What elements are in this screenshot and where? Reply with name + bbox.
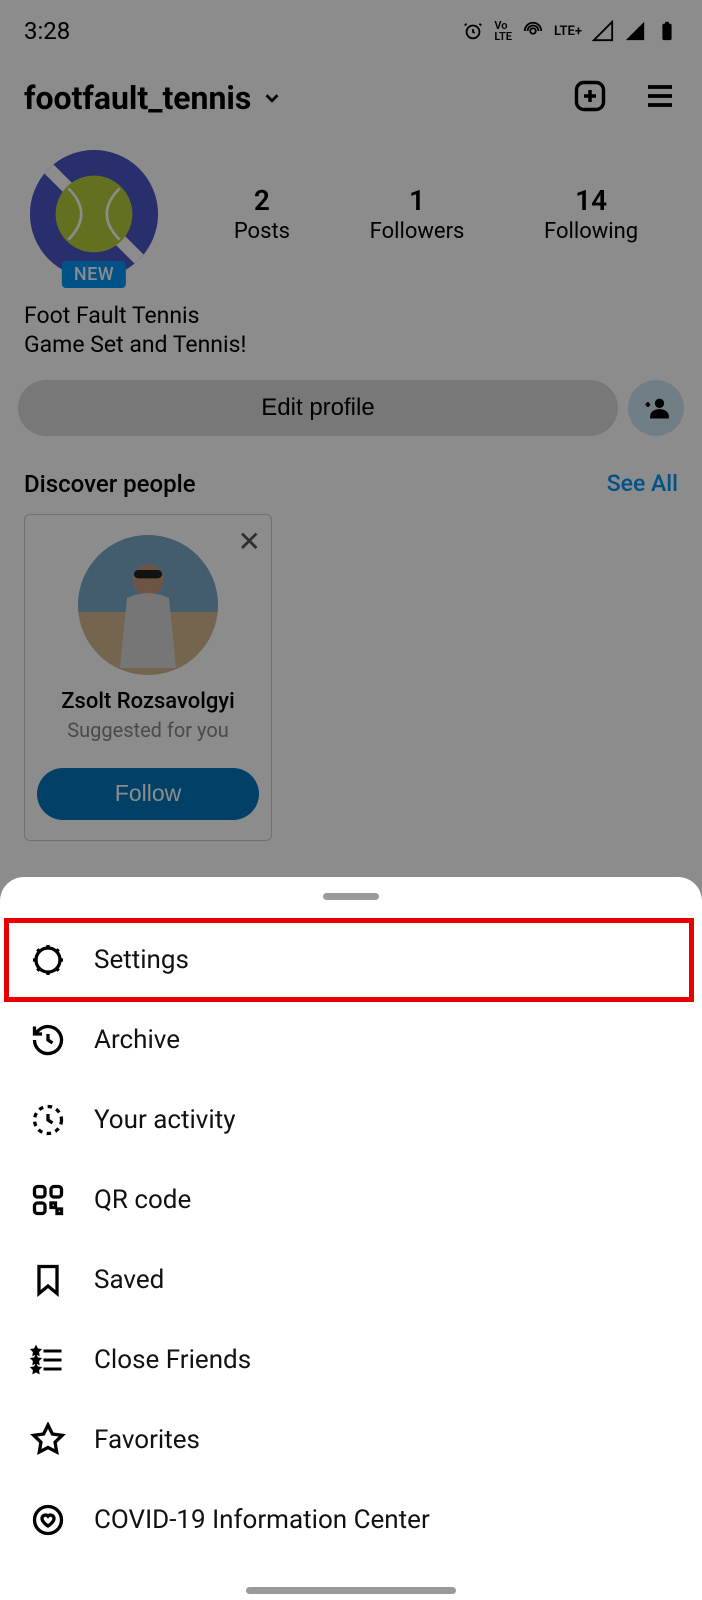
suggestion-subtitle: Suggested for you (37, 718, 259, 742)
username-text: footfault_tennis (24, 79, 251, 117)
status-time: 3:28 (24, 17, 70, 45)
menu-settings[interactable]: Settings (6, 920, 692, 1000)
volte-icon: VoLTE (494, 20, 512, 42)
close-friends-icon (30, 1342, 66, 1378)
menu-covid-label: COVID-19 Information Center (94, 1505, 430, 1535)
battery-icon (656, 20, 678, 42)
star-icon (30, 1422, 66, 1458)
home-indicator[interactable] (246, 1587, 456, 1594)
heart-circle-icon (30, 1502, 66, 1538)
menu-favorites[interactable]: Favorites (0, 1400, 702, 1480)
menu-qr-label: QR code (94, 1185, 191, 1215)
profile-stats-row: NEW 2 Posts 1 Followers 14 Following (0, 136, 702, 286)
avatar-container[interactable]: NEW (24, 150, 164, 278)
profile-bio: Foot Fault Tennis Game Set and Tennis! (0, 286, 702, 368)
profile-header: footfault_tennis (0, 62, 702, 136)
drag-handle[interactable] (323, 893, 379, 900)
discover-label: Discover people (24, 470, 196, 498)
following-count: 14 (544, 184, 638, 217)
menu-close-friends-label: Close Friends (94, 1345, 251, 1375)
menu-archive-label: Archive (94, 1025, 180, 1055)
archive-icon (30, 1022, 66, 1058)
edit-profile-button[interactable]: Edit profile (18, 380, 618, 436)
menu-saved[interactable]: Saved (0, 1240, 702, 1320)
menu-close-friends[interactable]: Close Friends (0, 1320, 702, 1400)
menu-qr[interactable]: QR code (0, 1160, 702, 1240)
hotspot-icon (522, 20, 544, 42)
following-stat[interactable]: 14 Following (544, 184, 638, 244)
menu-settings-label: Settings (94, 945, 189, 975)
status-icons: VoLTE LTE+ (462, 20, 678, 42)
posts-label: Posts (234, 219, 290, 244)
menu-favorites-label: Favorites (94, 1425, 200, 1455)
followers-label: Followers (370, 219, 465, 244)
signal-icon-1 (592, 20, 614, 42)
posts-stat[interactable]: 2 Posts (234, 184, 290, 244)
followers-count: 1 (370, 184, 465, 217)
see-all-link[interactable]: See All (607, 470, 678, 497)
discover-people-button[interactable] (628, 380, 684, 436)
chevron-down-icon (261, 87, 283, 109)
close-icon[interactable]: ✕ (238, 525, 261, 558)
qr-icon (30, 1182, 66, 1218)
alarm-icon (462, 20, 484, 42)
posts-count: 2 (234, 184, 290, 217)
username-dropdown[interactable]: footfault_tennis (24, 79, 283, 117)
add-person-icon (642, 394, 670, 422)
discover-people-header: Discover people See All (0, 448, 702, 510)
menu-bottom-sheet: Settings Archive Your activity QR code S… (0, 877, 702, 1600)
profile-avatar (30, 150, 158, 278)
status-bar: 3:28 VoLTE LTE+ (0, 0, 702, 62)
bio-name: Foot Fault Tennis (24, 302, 678, 331)
suggestion-avatar[interactable] (78, 535, 218, 675)
create-button[interactable] (572, 78, 608, 118)
follow-button[interactable]: Follow (37, 768, 259, 820)
menu-saved-label: Saved (94, 1265, 164, 1295)
bio-line: Game Set and Tennis! (24, 331, 678, 360)
menu-archive[interactable]: Archive (0, 1000, 702, 1080)
network-label: LTE+ (554, 24, 582, 39)
settings-icon (30, 942, 66, 978)
following-label: Following (544, 219, 638, 244)
activity-icon (30, 1102, 66, 1138)
suggestion-name: Zsolt Rozsavolgyi (37, 689, 259, 714)
new-badge: NEW (62, 261, 126, 288)
menu-covid[interactable]: COVID-19 Information Center (0, 1480, 702, 1560)
hamburger-menu-button[interactable] (642, 78, 678, 118)
signal-icon-2 (624, 20, 646, 42)
suggestion-card: ✕ Zsolt Rozsavolgyi Suggested for you Fo… (24, 514, 272, 841)
followers-stat[interactable]: 1 Followers (370, 184, 465, 244)
menu-activity-label: Your activity (94, 1105, 236, 1135)
edit-profile-row: Edit profile (0, 368, 702, 448)
saved-icon (30, 1262, 66, 1298)
menu-activity[interactable]: Your activity (0, 1080, 702, 1160)
